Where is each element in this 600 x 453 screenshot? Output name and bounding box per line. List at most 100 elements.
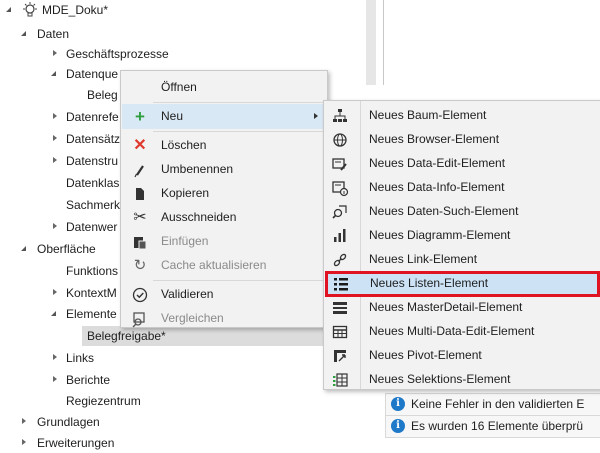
panel-splitter[interactable] xyxy=(366,0,376,85)
submenu-item-label: Neues Selektions-Element xyxy=(369,372,511,386)
collapsed-arrow-icon[interactable] xyxy=(53,135,57,141)
submenu-item-label: Neues MasterDetail-Element xyxy=(369,300,523,314)
master-detail-icon xyxy=(333,302,347,314)
expanded-arrow-icon[interactable] xyxy=(51,311,56,316)
collapsed-arrow-icon[interactable] xyxy=(22,439,26,445)
submenu-item-list[interactable]: Neues Listen-Element xyxy=(325,271,600,297)
tree-item-label: Elemente xyxy=(66,307,117,321)
menu-item-paste[interactable]: Einfügen xyxy=(121,229,327,254)
delete-x-icon: ✕ xyxy=(133,137,147,154)
refresh-icon: ↻ xyxy=(133,257,147,274)
submenu-item-data-search[interactable]: Neues Daten-Such-Element xyxy=(324,199,600,224)
message-row[interactable]: i Keine Fehler in den validierten E xyxy=(385,393,600,416)
submenu-item-chart[interactable]: Neues Diagramm-Element xyxy=(324,223,600,248)
submenu-item-label: Neues Multi-Data-Edit-Element xyxy=(369,324,535,338)
tree-item-label: Links xyxy=(66,351,95,365)
collapsed-arrow-icon[interactable] xyxy=(53,354,57,360)
submenu-item-data-edit[interactable]: Neues Data-Edit-Element xyxy=(324,151,600,176)
tree-item-label: Datenque xyxy=(66,67,119,81)
expanded-arrow-icon[interactable] xyxy=(21,246,26,251)
menu-item-label: Neu xyxy=(161,109,184,123)
menu-item-refresh-cache[interactable]: ↻ Cache aktualisieren xyxy=(121,253,327,278)
submenu-item-data-info[interactable]: Neues Data-Info-Element xyxy=(324,175,600,200)
expanded-arrow-icon[interactable] xyxy=(21,31,26,36)
menu-item-validate[interactable]: Validieren xyxy=(121,282,327,307)
compare-icon xyxy=(132,312,145,328)
tree-item-label: Regiezentrum xyxy=(66,394,141,408)
menu-item-rename[interactable]: Umbenennen xyxy=(121,157,327,182)
submenu-item-tree[interactable]: Neues Baum-Element xyxy=(324,103,600,128)
scissors-icon: ✂ xyxy=(133,209,147,226)
menu-item-new[interactable]: + Neu xyxy=(122,104,326,129)
collapsed-arrow-icon[interactable] xyxy=(53,113,57,119)
tree-item-label: Berichte xyxy=(66,373,111,387)
menu-item-label: Vergleichen xyxy=(161,311,224,325)
project-bulb-icon xyxy=(23,2,37,17)
submenu-item-label: Neues Daten-Such-Element xyxy=(369,204,519,218)
expanded-arrow-icon[interactable] xyxy=(51,71,56,76)
submenu-item-label: Neues Data-Edit-Element xyxy=(369,156,506,170)
context-menu: Öffnen + Neu ✕ Löschen Umbenennen Kopier… xyxy=(120,70,328,328)
tree-item-label: Grundlagen xyxy=(37,415,100,429)
check-circle-icon xyxy=(132,287,148,303)
tree-item-label: Funktions xyxy=(66,264,119,278)
tree-item-label: Datenrefe xyxy=(66,110,119,124)
submenu-item-multi-data-edit[interactable]: Neues Multi-Data-Edit-Element xyxy=(324,319,600,344)
tree-item-label: Datensätz xyxy=(66,132,121,146)
menu-separator xyxy=(153,280,325,281)
menu-separator xyxy=(153,102,325,103)
pivot-icon xyxy=(334,350,346,362)
submenu-item-pivot[interactable]: Neues Pivot-Element xyxy=(324,343,600,368)
message-row[interactable]: i Es wurden 16 Elemente überprü xyxy=(385,415,600,438)
submenu-item-master-detail[interactable]: Neues MasterDetail-Element xyxy=(324,295,600,320)
selection-grid-icon xyxy=(333,373,348,387)
tree-item-label: Datenklas xyxy=(66,176,120,190)
tree-item-label: Oberfläche xyxy=(37,242,96,256)
collapsed-arrow-icon[interactable] xyxy=(53,223,57,229)
menu-item-open[interactable]: Öffnen xyxy=(121,75,327,100)
menu-item-label: Einfügen xyxy=(161,234,209,248)
submenu-item-label: Neues Data-Info-Element xyxy=(369,180,505,194)
menu-item-label: Löschen xyxy=(161,138,207,152)
submenu-item-label: Neues Baum-Element xyxy=(369,108,487,122)
collapsed-arrow-icon[interactable] xyxy=(53,50,57,56)
new-element-submenu: Neues Baum-Element Neues Browser-Element… xyxy=(323,100,600,390)
menu-item-label: Cache aktualisieren xyxy=(161,258,267,272)
tree-item-label: MDE_Doku* xyxy=(42,3,109,17)
collapsed-arrow-icon[interactable] xyxy=(53,157,57,163)
tree-item-label: Datenwer xyxy=(66,220,118,234)
collapsed-arrow-icon[interactable] xyxy=(53,289,57,295)
plus-icon: + xyxy=(135,107,145,126)
tree-item-label: Sachmerk xyxy=(66,198,121,212)
submenu-item-label: Neues Listen-Element xyxy=(370,276,489,290)
copy-icon xyxy=(136,188,144,200)
form-info-icon xyxy=(332,181,349,197)
submenu-item-label: Neues Diagramm-Element xyxy=(369,228,511,242)
expanded-arrow-icon[interactable] xyxy=(6,7,11,12)
tree-item-label: Beleg xyxy=(87,88,118,102)
menu-item-compare[interactable]: Vergleichen xyxy=(121,306,327,331)
menu-item-label: Ausschneiden xyxy=(161,210,237,224)
message-text: Es wurden 16 Elemente überprü xyxy=(411,419,584,433)
submenu-item-link[interactable]: Neues Link-Element xyxy=(324,247,600,272)
menu-item-cut[interactable]: ✂ Ausschneiden xyxy=(121,205,327,230)
message-text: Keine Fehler in den validierten E xyxy=(411,397,585,411)
menu-item-label: Öffnen xyxy=(161,80,197,94)
collapsed-arrow-icon[interactable] xyxy=(53,376,57,382)
pencil-icon xyxy=(134,165,144,178)
grid-icon xyxy=(332,325,348,339)
tree-item-label: Geschäftsprozesse xyxy=(66,47,169,61)
form-edit-icon xyxy=(332,158,347,171)
info-icon: i xyxy=(391,419,405,433)
submenu-item-browser[interactable]: Neues Browser-Element xyxy=(324,127,600,152)
collapsed-arrow-icon[interactable] xyxy=(22,418,26,424)
menu-item-delete[interactable]: ✕ Löschen xyxy=(121,133,327,158)
data-search-icon xyxy=(332,205,347,219)
menu-separator xyxy=(153,131,325,132)
info-icon: i xyxy=(391,397,405,411)
panel-border xyxy=(383,0,384,85)
menu-item-copy[interactable]: Kopieren xyxy=(121,181,327,206)
submenu-item-label: Neues Browser-Element xyxy=(369,132,500,146)
bar-chart-icon xyxy=(334,229,346,242)
submenu-item-selection[interactable]: Neues Selektions-Element xyxy=(324,367,600,392)
